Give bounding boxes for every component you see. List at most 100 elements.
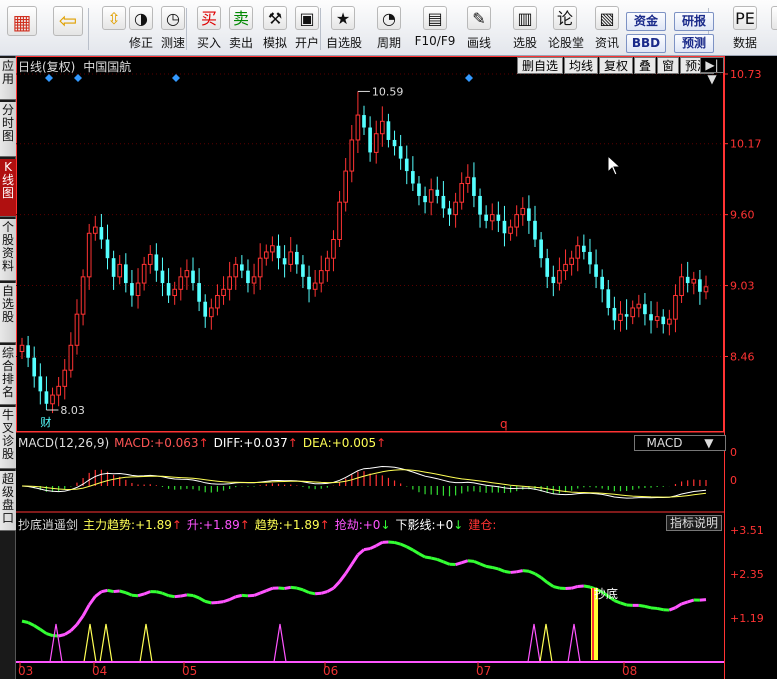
left-tab-4[interactable]: 自选股 — [0, 283, 16, 343]
candle-body-up — [373, 133, 379, 153]
trend-line-segment — [143, 590, 151, 596]
candle-body-down — [191, 270, 195, 284]
left-tab-5[interactable]: 综合排名 — [0, 345, 16, 405]
candle-body-down — [484, 214, 488, 221]
candle-body-down — [600, 276, 605, 290]
candle-body-up — [575, 245, 581, 259]
trend-line-segment — [235, 593, 243, 599]
trend-line-segment — [418, 552, 426, 559]
toolbar-lock-button[interactable]: ▣ 开户 — [290, 6, 324, 54]
toolbar-hot-button[interactable]: ✦热 — [766, 6, 777, 54]
main-panel-button-0[interactable]: 删自选 — [517, 57, 564, 74]
trend-line-segment — [174, 594, 181, 599]
candle-body-down — [368, 127, 372, 153]
trend-line-segment — [369, 544, 377, 550]
candle-body-up — [428, 189, 434, 203]
toolbar-stock-picker-button[interactable]: ▥ 选股 — [508, 6, 542, 54]
trend-line-segment — [681, 600, 689, 606]
candle-body-up — [654, 316, 660, 321]
toolbar-star-button[interactable]: ★ 自选股 — [326, 6, 363, 54]
trend-line-segment — [265, 586, 273, 593]
toolbar-gavel-button[interactable]: ⚒ 模拟 — [258, 6, 292, 54]
trend-line-segment — [522, 569, 530, 573]
left-tab-0[interactable]: 应用 — [0, 58, 16, 100]
trend-line-segment — [284, 585, 291, 590]
left-tab-3[interactable]: 个股资料 — [0, 219, 16, 281]
toolbar-period-button[interactable]: ◔ 周期 — [372, 6, 406, 54]
price-tick-label: 9.03 — [730, 280, 755, 293]
trend-line-segment — [430, 556, 438, 561]
indicator-value: +0.037 — [243, 436, 288, 450]
main-panel-button-3[interactable]: 叠 — [634, 57, 657, 74]
toolbar-data-button[interactable]: PE 数据 — [728, 6, 762, 54]
candle-body-up — [62, 369, 68, 387]
candle-body-up — [92, 226, 98, 234]
trend-arrow-icon: ↑ — [319, 518, 330, 532]
left-tab-7[interactable]: 超级盘口 — [0, 471, 16, 531]
trend-line-segment — [296, 586, 304, 592]
toolbar-bbd-button[interactable]: BBD — [626, 34, 666, 53]
candle-body-up — [215, 295, 220, 309]
macd_panel-item-1: DIFF:+0.037↑ — [214, 436, 298, 450]
trend-line-segment — [137, 592, 145, 598]
candle-body-down — [435, 189, 440, 196]
up-down-arrows-icon: ⇳ — [102, 6, 126, 30]
candle-body-up — [318, 270, 324, 284]
toolbar-report-button[interactable]: 研报 — [674, 12, 714, 31]
candle-body-up — [147, 253, 153, 265]
toolbar-draw-line-button[interactable]: ✎ 画线 — [462, 6, 496, 54]
main-panel-button-2[interactable]: 复权 — [599, 57, 634, 74]
candle-body-up — [257, 257, 263, 278]
indicator-select-dropdown[interactable]: MACD ▼ — [634, 435, 726, 451]
candle-body-down — [649, 314, 653, 321]
main-panel-button-1[interactable]: 均线 — [564, 57, 599, 74]
toolbar-label: 自选股 — [326, 36, 363, 50]
period-label: 日线(复权) — [18, 60, 76, 74]
price-tick-label: 10.73 — [730, 68, 762, 81]
toolbar-label: 选股 — [512, 36, 537, 50]
main-panel-button-4[interactable]: 窗 — [657, 57, 680, 74]
toolbar-forum-button[interactable]: 论论股堂 — [548, 6, 584, 54]
indicator-help-button[interactable]: 指标说明 — [666, 515, 722, 531]
trend-line-segment — [39, 628, 48, 635]
toolbar-sell-button[interactable]: 卖卖出 — [224, 6, 258, 54]
candle-body-down — [661, 316, 666, 325]
candle-body-up — [489, 214, 495, 222]
trend-line-segment — [620, 601, 628, 607]
candle-body-up — [667, 318, 672, 325]
candle-body-down — [698, 279, 702, 292]
left-tab-1[interactable]: 分时图 — [0, 102, 16, 157]
candle-body-up — [251, 276, 257, 284]
toolbar-forecast-button[interactable]: 预测 — [674, 34, 714, 53]
trend-line-segment — [583, 584, 591, 589]
ind_panel-item-5: 建仓: — [468, 518, 496, 532]
candle-body-up — [208, 307, 214, 318]
event-diamond-icon — [45, 74, 53, 82]
candle-body-down — [447, 208, 452, 215]
main-panel-header: 日线(复权) 中国国航 — [18, 58, 131, 75]
toolbar-f10-button[interactable]: ▤ F10/F9 — [412, 6, 458, 54]
toolbar-label: F10/F9 — [414, 34, 456, 48]
main-toolbar: ▦ ⇦ ⇳ ◑ 修正 ◷ 测速买买入卖卖出 ⚒ 模拟 ▣ 开户 ★ 自选股 ◔ 周期 ▤ F10/F9 ✎ 画线 ▥ 选… — [0, 0, 777, 56]
ind_panel-item-4: 下影线:+0↓ — [396, 518, 464, 532]
chart-canvas[interactable]: 10.59 8.03 财 q 抄底 — [16, 56, 724, 679]
left-tab-6[interactable]: 牛叉诊股 — [0, 407, 16, 469]
left-tab-2[interactable]: K线图 — [0, 159, 16, 217]
toolbar-label: 测速 — [160, 36, 185, 50]
trend-line-segment — [516, 569, 524, 574]
indicator-label: 下影线: — [395, 518, 436, 532]
toolbar-revise-button[interactable]: ◑ 修正 — [124, 6, 158, 54]
toolbar-news-button[interactable]: ▧ 资讯 — [590, 6, 624, 54]
toolbar-buy-button[interactable]: 买买入 — [192, 6, 226, 54]
indicator-header: 抄底逍遥剑 主力趋势:+1.89↑ 升:+1.89↑ 趋势:+1.89↑ 抢劫:+0↓ 下… — [18, 516, 496, 533]
candle-body-down — [99, 227, 104, 240]
toolbar-fund-button[interactable]: 资金 — [626, 12, 666, 31]
candle-body-down — [386, 121, 391, 140]
toolbar-back-arrow-button[interactable]: ⇦ — [48, 6, 88, 54]
toolbar-clock-button[interactable]: ◷ 测速 — [156, 6, 190, 54]
panel-menu-button[interactable]: ▶|▼ — [700, 57, 724, 86]
toolbar-multi-window-button[interactable]: ▦ — [2, 6, 42, 54]
forum-icon: 论 — [553, 6, 577, 30]
macd-axis-label: 0 — [730, 446, 737, 459]
toolbar-label: 模拟 — [262, 36, 287, 50]
